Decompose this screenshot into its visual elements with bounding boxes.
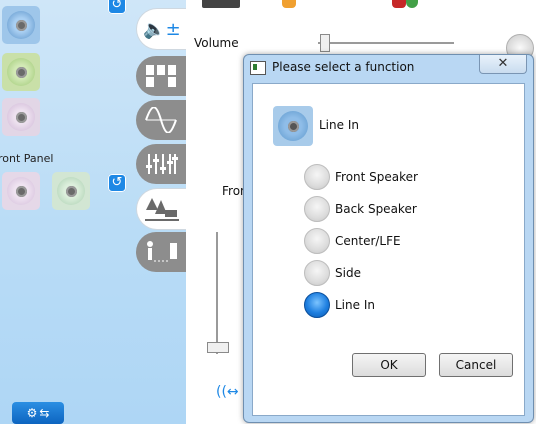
tab-column: 🔈± (136, 8, 188, 278)
pink-jack[interactable] (2, 98, 40, 136)
top-tabs-strip (186, 0, 536, 10)
front-rotate-icon[interactable]: ↺ (108, 174, 126, 192)
connector-settings-button[interactable]: ⚙ ⇆ (12, 402, 64, 424)
radio-side[interactable] (304, 260, 330, 286)
speaker-orange-icon[interactable] (282, 0, 296, 8)
option-label: Line In (335, 298, 375, 312)
speaker-config-icon (146, 65, 176, 87)
front-green-jack[interactable] (52, 172, 90, 210)
current-function-label: Line In (319, 118, 359, 132)
front-panel-label: ront Panel (0, 152, 54, 165)
volume-label: Volume (194, 36, 239, 50)
volume-slider-track[interactable] (318, 42, 454, 44)
waveform-icon (145, 107, 177, 133)
dialog-title: Please select a function (272, 60, 415, 74)
option-back-speaker[interactable]: Back Speaker (304, 196, 417, 222)
radio-line-in[interactable] (304, 292, 330, 318)
tab-environment[interactable] (136, 188, 187, 230)
tab-speaker-config[interactable] (136, 56, 186, 96)
window-icon (250, 61, 266, 75)
close-button[interactable]: ✕ (479, 55, 527, 74)
green-jack[interactable] (2, 53, 40, 91)
front-slider-thumb[interactable] (207, 342, 229, 353)
option-label: Back Speaker (335, 202, 417, 216)
line-in-jack-icon (273, 106, 313, 146)
cancel-button[interactable]: Cancel (439, 353, 513, 377)
tab-speaker-volume[interactable]: 🔈± (136, 8, 187, 50)
volume-slider-thumb[interactable] (320, 34, 330, 52)
select-function-dialog: Please select a function ✕ Line In Front… (243, 54, 534, 423)
front-slider-track[interactable] (216, 232, 218, 354)
radio-back-speaker[interactable] (304, 196, 330, 222)
connector-icon: ⚙ (26, 406, 38, 420)
option-front-speaker[interactable]: Front Speaker (304, 164, 418, 190)
blue-jack[interactable] (2, 6, 40, 44)
radio-center-lfe[interactable] (304, 228, 330, 254)
option-side[interactable]: Side (304, 260, 361, 286)
rotate-icon[interactable]: ↺ (108, 0, 126, 14)
checkmark-icon (406, 0, 418, 8)
room-correction-icon (147, 241, 177, 262)
option-center-lfe[interactable]: Center/LFE (304, 228, 401, 254)
radio-front-speaker[interactable] (304, 164, 330, 190)
environment-icon (145, 198, 179, 221)
dialog-content: Line In Front Speaker Back Speaker Cente… (252, 83, 525, 416)
tab-room-correction[interactable] (136, 232, 186, 272)
option-label: Front Speaker (335, 170, 418, 184)
option-label: Side (335, 266, 361, 280)
wireless-icon[interactable]: ((↔ (216, 384, 239, 400)
front-pink-jack[interactable] (2, 172, 40, 210)
option-label: Center/LFE (335, 234, 401, 248)
plug-icon: ⇆ (39, 406, 50, 420)
speaker-volume-icon: 🔈± (143, 18, 181, 40)
tab-equalizer[interactable] (136, 144, 186, 184)
speaker-tab-icon[interactable] (202, 0, 240, 8)
option-line-in[interactable]: Line In (304, 292, 375, 318)
tab-sound-effects[interactable] (136, 100, 186, 140)
ok-button[interactable]: OK (352, 353, 426, 377)
equalizer-icon (146, 154, 178, 174)
speaker-red-icon[interactable] (392, 0, 406, 8)
